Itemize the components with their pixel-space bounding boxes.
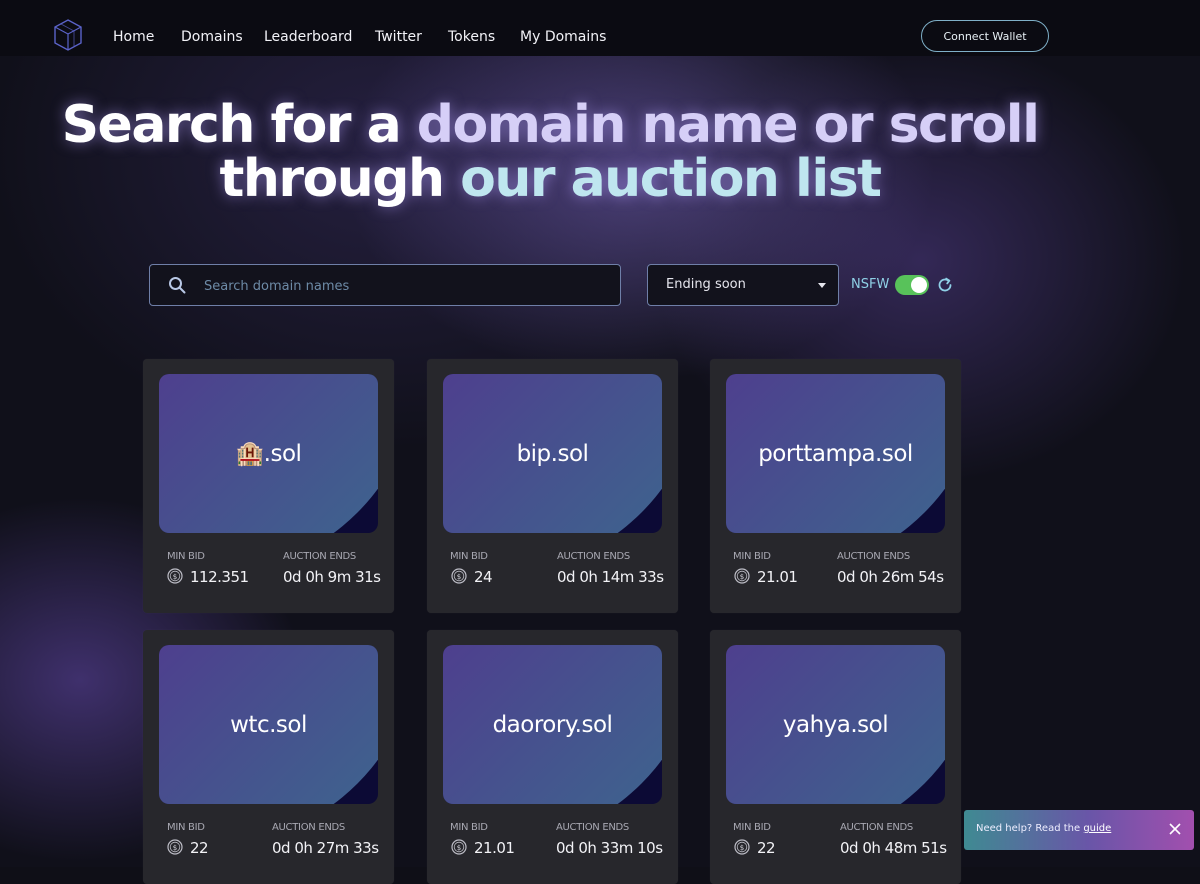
svg-text:$: $ (173, 573, 177, 581)
svg-text:$: $ (457, 573, 461, 581)
min-bid-value: 22 (757, 839, 776, 857)
close-icon[interactable] (1168, 822, 1182, 836)
auction-ends-value: 0d 0h 48m 51s (840, 839, 947, 857)
auction-ends-value: 0d 0h 9m 31s (283, 568, 381, 586)
coin-icon: $ (167, 568, 183, 584)
guide-link[interactable]: guide (1083, 823, 1111, 834)
connect-wallet-button[interactable]: Connect Wallet (921, 20, 1049, 52)
search-input[interactable] (202, 265, 606, 307)
toggle-knob (911, 277, 927, 293)
domain-image: wtc.sol (159, 645, 378, 804)
domain-name: daorory.sol (492, 711, 613, 738)
nav-tokens[interactable]: Tokens (448, 29, 495, 45)
domain-image: porttampa.sol (726, 374, 945, 533)
domain-name: bip.sol (516, 440, 589, 467)
min-bid-label: MIN BID (450, 551, 488, 562)
sort-dropdown[interactable]: Ending soon (647, 264, 839, 306)
auction-card[interactable]: wtc.sol MIN BID AUCTION ENDS $ 22 0d 0h … (143, 630, 394, 884)
nav-twitter[interactable]: Twitter (375, 29, 422, 45)
min-bid-value: 24 (474, 568, 493, 586)
svg-text:$: $ (457, 844, 461, 852)
auction-card[interactable]: daorory.sol MIN BID AUCTION ENDS $ 21.01… (427, 630, 678, 884)
top-navbar: Home Domains Leaderboard Twitter Tokens … (0, 0, 1200, 56)
min-bid-value: 21.01 (757, 568, 798, 586)
search-icon (169, 277, 186, 294)
svg-text:$: $ (740, 573, 744, 581)
chevron-down-icon (818, 283, 826, 288)
coin-icon: $ (167, 839, 183, 855)
coin-icon: $ (451, 839, 467, 855)
auction-ends-label: AUCTION ENDS (557, 551, 630, 562)
min-bid-value: 21.01 (474, 839, 515, 857)
min-bid-value: 22 (190, 839, 209, 857)
nsfw-toggle[interactable] (895, 275, 929, 295)
nav-home[interactable]: Home (113, 29, 154, 45)
headline-line1-plain: Search for a (61, 95, 417, 155)
help-toast: Need help? Read the guide (964, 810, 1194, 850)
auction-ends-label: AUCTION ENDS (272, 822, 345, 833)
coin-icon: $ (734, 839, 750, 855)
auction-ends-value: 0d 0h 14m 33s (557, 568, 664, 586)
help-message: Need help? Read the (976, 823, 1084, 834)
nav-my-domains[interactable]: My Domains (520, 29, 606, 45)
help-text: Need help? Read the guide (976, 823, 1111, 834)
domain-name: yahya.sol (782, 711, 889, 738)
auction-ends-label: AUCTION ENDS (840, 822, 913, 833)
headline-line2-accent: our auction list (460, 149, 882, 209)
auction-ends-label: AUCTION ENDS (283, 551, 356, 562)
min-bid-label: MIN BID (733, 551, 771, 562)
auction-ends-value: 0d 0h 26m 54s (837, 568, 944, 586)
auction-ends-label: AUCTION ENDS (837, 551, 910, 562)
auction-card[interactable]: yahya.sol MIN BID AUCTION ENDS $ 22 0d 0… (710, 630, 961, 884)
min-bid-label: MIN BID (733, 822, 771, 833)
min-bid-value: 112.351 (190, 568, 249, 586)
domain-image: bip.sol (443, 374, 662, 533)
domain-name: 🏨.sol (235, 441, 302, 467)
min-bid-label: MIN BID (167, 551, 205, 562)
nsfw-label: NSFW (851, 277, 890, 292)
nav-domains[interactable]: Domains (181, 29, 243, 45)
nav-leaderboard[interactable]: Leaderboard (264, 29, 352, 45)
domain-image: yahya.sol (726, 645, 945, 804)
svg-text:$: $ (740, 844, 744, 852)
auction-ends-label: AUCTION ENDS (556, 822, 629, 833)
domain-image: daorory.sol (443, 645, 662, 804)
auction-ends-value: 0d 0h 33m 10s (556, 839, 663, 857)
auction-ends-value: 0d 0h 27m 33s (272, 839, 379, 857)
min-bid-label: MIN BID (167, 822, 205, 833)
sort-selected-value: Ending soon (666, 277, 746, 292)
auction-card[interactable]: porttampa.sol MIN BID AUCTION ENDS $ 21.… (710, 359, 961, 613)
cube-logo-icon[interactable] (52, 18, 84, 52)
search-box (149, 264, 621, 307)
headline-line1-accent: domain name or scroll (416, 95, 1040, 155)
svg-text:$: $ (173, 844, 177, 852)
coin-icon: $ (734, 568, 750, 584)
domain-name: wtc.sol (230, 711, 307, 738)
refresh-icon[interactable] (936, 276, 954, 294)
domain-name: porttampa.sol (758, 440, 913, 467)
headline-line2-plain: through (219, 149, 461, 209)
auction-card[interactable]: bip.sol MIN BID AUCTION ENDS $ 24 0d 0h … (427, 359, 678, 613)
coin-icon: $ (451, 568, 467, 584)
auction-card[interactable]: 🏨.sol MIN BID AUCTION ENDS $ 112.351 0d … (143, 359, 394, 613)
min-bid-label: MIN BID (450, 822, 488, 833)
page-headline: Search for a domain name or scroll throu… (0, 98, 1100, 206)
domain-image: 🏨.sol (159, 374, 378, 533)
